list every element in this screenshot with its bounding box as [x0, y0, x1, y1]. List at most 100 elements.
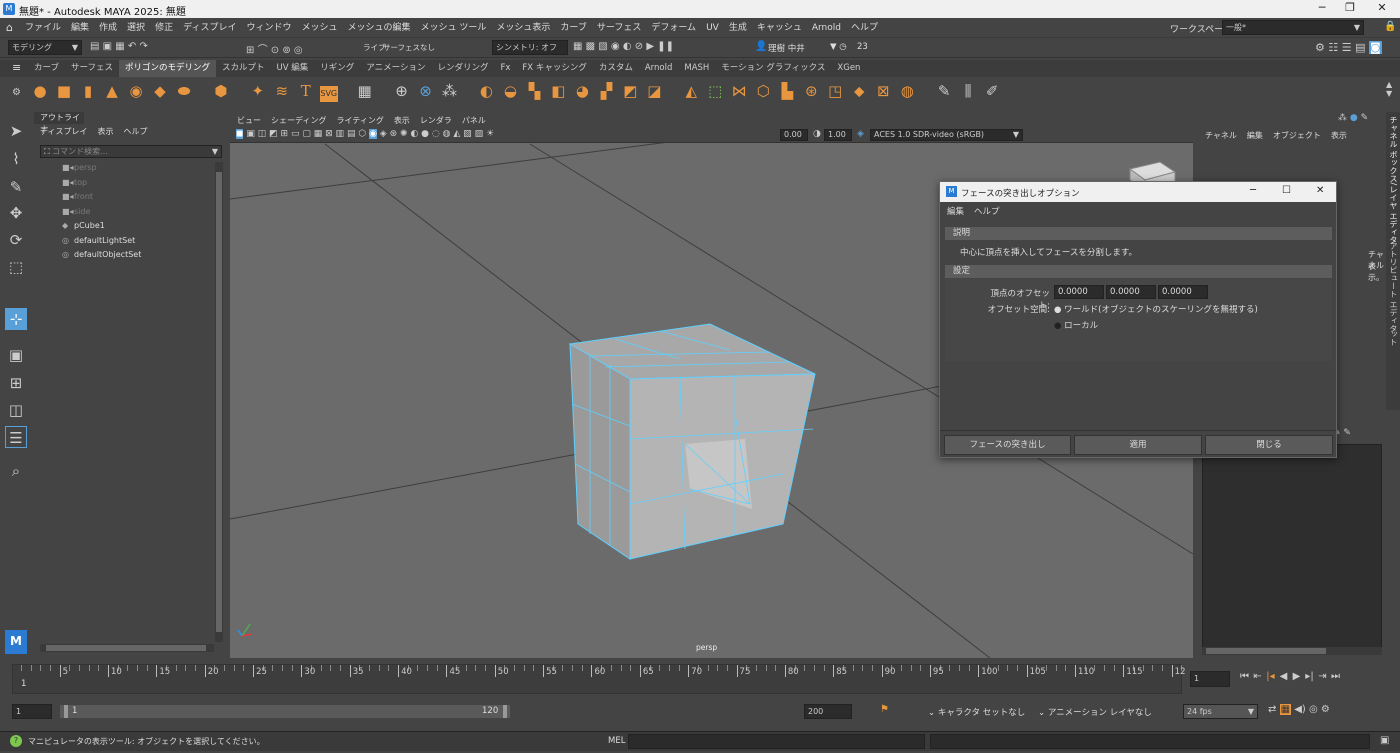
layer-list[interactable] [1202, 444, 1382, 654]
settings-section-header[interactable]: 設定 [945, 265, 1332, 278]
menu-item[interactable]: ファイル [20, 18, 66, 38]
colorspace-dropdown[interactable]: ACES 1.0 SDR-video (sRGB) ▼ [870, 129, 1023, 141]
textured-icon[interactable]: ⊛ [390, 129, 398, 139]
range-slider[interactable]: 1 120 [60, 705, 510, 718]
current-frame-field[interactable]: 1 [1190, 671, 1230, 687]
shelf-tab[interactable]: ポリゴンのモデリング [119, 60, 217, 77]
outliner-item[interactable]: ◆ pCube1 [62, 220, 105, 232]
radio-local[interactable]: ● ローカル [1054, 319, 1098, 331]
go-to-start-icon[interactable]: ⏮ [1238, 671, 1251, 682]
vertex-offset-z[interactable]: 0.0000 [1158, 285, 1208, 299]
outliner-item[interactable]: ■◂top [62, 177, 87, 189]
shadows-icon[interactable]: ◐ [410, 129, 418, 139]
shelf-tab[interactable]: Fx [494, 60, 516, 77]
range-handle-right[interactable] [503, 705, 507, 718]
outliner-item[interactable]: ■◂front [62, 191, 93, 203]
film-gate-icon[interactable]: ▭ [291, 129, 300, 139]
range-start-field[interactable]: 1 [12, 704, 52, 719]
poly-platonic-icon[interactable]: ⬢ [211, 81, 231, 101]
snap-view-icon[interactable]: ⊚ [282, 45, 290, 56]
edit-icon[interactable]: ✎ [1361, 113, 1369, 123]
outliner-scrollbar[interactable] [215, 162, 223, 642]
menu-item[interactable]: メッシュ ツール [416, 18, 492, 38]
play-icon[interactable]: ▶ [646, 41, 654, 52]
dialog-menu-item[interactable]: 編集 [947, 207, 964, 217]
new-layer-selected-icon[interactable]: ✎ [1343, 428, 1351, 438]
go-to-end-icon[interactable]: ⏭ [1329, 671, 1342, 682]
render-settings-icon[interactable]: ◉ [611, 41, 620, 52]
minimize-icon[interactable]: ─ [1310, 1, 1334, 17]
channel-box-icon[interactable]: ▤ [1355, 41, 1365, 54]
vertex-offset-x[interactable]: 0.0000 [1054, 285, 1104, 299]
layer-hscrollbar[interactable] [1202, 647, 1382, 655]
undo-icon[interactable]: ↶ [128, 41, 136, 52]
viewport-menu-item[interactable]: レンダラ [415, 114, 457, 128]
shelf-settings-icon[interactable]: ⚙ [12, 87, 21, 98]
menu-item[interactable]: メッシュ [296, 18, 342, 38]
type-tool-icon[interactable]: T [296, 81, 316, 101]
boolean-icon[interactable]: ◧ [548, 81, 568, 101]
combine-icon[interactable]: ◐ [476, 81, 496, 101]
description-section-header[interactable]: 説明 [945, 227, 1332, 240]
mode-dropdown[interactable]: モデリング ▼ [8, 40, 82, 55]
menu-item[interactable]: 編集 [66, 18, 94, 38]
menu-item[interactable]: 生成 [724, 18, 752, 38]
arnold-render-icon[interactable]: ⊘ [635, 41, 643, 52]
loop-icon[interactable]: ⇄ [1268, 704, 1276, 715]
outliner-toggle-icon[interactable]: ◙ [1369, 41, 1382, 54]
svg-tool-icon[interactable]: SVG [319, 86, 338, 102]
sweep-mesh-icon[interactable]: ≋ [272, 81, 292, 101]
range-handle-left[interactable] [64, 705, 68, 718]
poly-cone-icon[interactable]: ▲ [102, 81, 122, 101]
mel-label[interactable]: MEL [608, 736, 625, 746]
time-ruler[interactable]: 5 10 15 20 25 30 35 40 45 50 55 60 65 70 75 80 85 90 95 100… [12, 664, 1185, 694]
user-name[interactable]: 理樹 中井 [768, 42, 805, 54]
cache-icon[interactable]: ▦ [1279, 704, 1292, 715]
camera-select-icon[interactable]: ◼ [236, 129, 244, 139]
snap-grid-icon[interactable]: ⊞ [246, 45, 254, 56]
menu-item[interactable]: UV [701, 18, 724, 38]
move-tool-icon[interactable]: ✥ [5, 202, 27, 224]
shelf-tab[interactable]: XGen [831, 60, 866, 77]
extract-icon[interactable]: ▚ [524, 81, 544, 101]
outliner-item[interactable]: ■◂persp [62, 162, 97, 174]
image-plane-icon[interactable]: ◩ [269, 129, 278, 139]
rotate-tool-icon[interactable]: ⟳ [5, 229, 27, 251]
menu-item[interactable]: 修正 [150, 18, 178, 38]
menu-item[interactable]: 選択 [122, 18, 150, 38]
menu-item[interactable]: メッシュ表示 [491, 18, 555, 38]
smooth-shade-icon[interactable]: ◉ [369, 129, 377, 139]
outliner-item[interactable]: ◎ defaultObjectSet [62, 249, 141, 261]
next-key-icon[interactable]: ▸| [1303, 671, 1316, 682]
gamma-field[interactable]: 1.00 [824, 129, 852, 141]
outliner-search[interactable]: ⛶ コマンド検索... ▼ [40, 145, 222, 158]
side-tab-modeling-toolkit[interactable]: モデリング ツールキット [1388, 330, 1400, 410]
range-end-field[interactable]: 200 [804, 704, 852, 719]
menu-item[interactable]: デフォーム [646, 18, 701, 38]
shelf-tab[interactable]: スカルプト [216, 60, 271, 77]
outliner-hscrollbar[interactable] [40, 644, 214, 652]
menu-item[interactable]: ウィンドウ [241, 18, 296, 38]
open-scene-icon[interactable]: ▣ [103, 41, 112, 52]
lighting-icon[interactable]: ✺ [400, 129, 408, 139]
append-icon[interactable]: ▙ [777, 81, 797, 101]
channel-box-menu-item[interactable]: チャネル [1200, 126, 1242, 146]
shelf-tab[interactable]: モーション グラフィックス [715, 60, 831, 77]
channel-box-menu-item[interactable]: オブジェクト [1268, 126, 1326, 146]
scale-tool-icon[interactable]: ⬚ [5, 256, 27, 278]
reset-transform-icon[interactable]: ⁂ [440, 81, 460, 101]
new-scene-icon[interactable]: ▤ [90, 41, 99, 52]
attr-icon[interactable]: ⁂ [1338, 113, 1347, 123]
separate-icon[interactable]: ◒ [500, 81, 520, 101]
bridge-icon[interactable]: ⋈ [729, 81, 749, 101]
ao-icon[interactable]: ● [421, 129, 429, 139]
center-pivot-icon[interactable]: ⊕ [392, 81, 412, 101]
shelf-tab[interactable]: カスタム [593, 60, 639, 77]
dialog-close-icon[interactable]: ✕ [1316, 185, 1324, 196]
select-tool-icon[interactable]: ➤ [5, 120, 27, 142]
poly-cylinder-icon[interactable]: ▮ [78, 81, 98, 101]
channel-box-menu-item[interactable]: 編集 [1242, 126, 1268, 146]
resolution-gate-icon[interactable]: ▢ [302, 129, 311, 139]
aa-icon[interactable]: ◍ [443, 129, 451, 139]
reduce-icon[interactable]: ◩ [620, 81, 640, 101]
